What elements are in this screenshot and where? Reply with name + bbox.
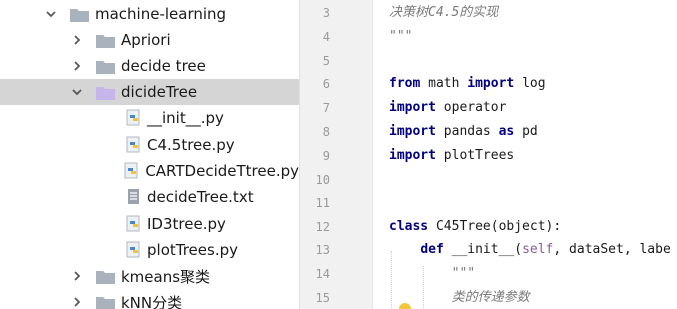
- code-docstring: 类的传递参数: [451, 290, 530, 305]
- tree-item-decidetree-txt[interactable]: decideTree.txt: [0, 184, 299, 210]
- tree-item-init-py[interactable]: __init__.py: [0, 105, 299, 131]
- folder-icon: [96, 85, 115, 100]
- code-keyword: class: [389, 219, 429, 234]
- tree-item-label: decideTree.txt: [147, 188, 254, 206]
- code-line[interactable]: class C45Tree(object):: [389, 216, 561, 238]
- code-keyword: import: [389, 148, 436, 163]
- code-docstring: """: [451, 266, 476, 281]
- code-token: C45Tree(object):: [428, 219, 562, 234]
- tree-item-plottrees-py[interactable]: plotTrees.py: [0, 237, 299, 263]
- tree-item-label: plotTrees.py: [147, 241, 238, 259]
- line-number: 15: [315, 291, 330, 305]
- tree-item-label: dicideTree: [121, 83, 198, 101]
- code-token: , dataSet, labe: [553, 242, 671, 257]
- code-line[interactable]: 决策树C4.5的实现: [389, 2, 498, 24]
- tree-item-decide-tree[interactable]: decide tree: [0, 53, 299, 79]
- tree-item-label: Apriori: [121, 31, 171, 49]
- tree-item-label: __init__.py: [147, 109, 224, 127]
- tree-item-label: ID3tree.py: [147, 215, 226, 233]
- python-file-icon: [126, 241, 142, 259]
- tree-item-label: C4.5tree.py: [147, 136, 235, 154]
- code-docstring: 决策树C4.5的实现: [389, 5, 499, 20]
- code-keyword: as: [498, 124, 515, 139]
- line-number: 6: [322, 77, 330, 91]
- code-editor[interactable]: 决策树C4.5的实现 """ from math import log import …: [373, 0, 677, 309]
- tree-item-kmeans[interactable]: kmeans聚类: [0, 263, 299, 289]
- code-line[interactable]: from math import log: [389, 73, 546, 95]
- code-line[interactable]: import operator: [389, 97, 506, 119]
- tree-item-id3tree-py[interactable]: ID3tree.py: [0, 211, 299, 237]
- code-token: log: [514, 76, 546, 91]
- tree-item-knn[interactable]: kNN分类: [0, 289, 299, 309]
- code-token: operator: [435, 100, 507, 115]
- tree-item-label: machine-learning: [95, 5, 227, 23]
- chevron-right-icon[interactable]: [70, 59, 84, 73]
- code-token: __init__(: [443, 242, 523, 257]
- code-token: pd: [514, 124, 538, 139]
- code-docstring: """: [389, 29, 413, 44]
- code-line[interactable]: import plotTrees: [389, 145, 514, 167]
- tree-item-label: decide tree: [121, 57, 206, 75]
- code-token: math: [420, 76, 468, 91]
- code-token: plotTrees: [435, 148, 515, 163]
- python-file-icon: [126, 136, 142, 154]
- folder-icon: [96, 59, 115, 74]
- code-keyword: def: [420, 242, 444, 257]
- line-number: 7: [322, 101, 330, 115]
- line-number: 5: [322, 54, 330, 68]
- chevron-down-icon[interactable]: [44, 7, 58, 21]
- text-file-icon: [126, 188, 142, 206]
- line-number: 10: [315, 173, 330, 187]
- line-number: 12: [315, 220, 330, 234]
- code-line[interactable]: """: [389, 26, 412, 48]
- code-line[interactable]: import pandas as pd: [389, 121, 538, 143]
- code-keyword: from: [389, 76, 421, 91]
- tree-item-machine-learning[interactable]: machine-learning: [0, 1, 299, 27]
- line-number: 14: [315, 267, 330, 281]
- folder-icon: [96, 269, 115, 284]
- code-token: self: [522, 242, 554, 257]
- python-file-icon: [124, 162, 140, 180]
- folder-icon: [96, 33, 115, 48]
- code-line[interactable]: """: [389, 263, 475, 285]
- code-keyword: import: [389, 100, 436, 115]
- tree-item-c45tree-py[interactable]: C4.5tree.py: [0, 132, 299, 158]
- line-number: 11: [315, 196, 330, 210]
- folder-icon: [70, 7, 89, 22]
- chevron-down-icon[interactable]: [70, 85, 84, 99]
- code-line[interactable]: def __init__(self, dataSet, labe: [389, 239, 671, 261]
- tree-item-label: kNN分类: [121, 293, 183, 309]
- tree-item-apriori[interactable]: Apriori: [0, 27, 299, 53]
- tree-item-label: CARTDecideTtree.py: [145, 162, 299, 180]
- line-number-gutter: 3 4 5 6 7 8 9 10 11 12 13 14 15: [300, 0, 384, 309]
- tree-item-label: kmeans聚类: [121, 267, 211, 286]
- line-number: 9: [322, 149, 330, 163]
- chevron-right-icon[interactable]: [70, 33, 84, 47]
- folder-icon: [96, 295, 115, 309]
- python-file-icon: [126, 215, 142, 233]
- line-number: 3: [322, 6, 330, 20]
- tree-item-dicidetree[interactable]: dicideTree: [0, 79, 299, 105]
- project-tree: machine-learning Apriori decide tree dic…: [0, 0, 299, 309]
- chevron-right-icon[interactable]: [70, 295, 84, 309]
- line-number: 4: [322, 30, 330, 44]
- python-file-icon: [126, 109, 142, 127]
- code-keyword: import: [389, 124, 436, 139]
- chevron-right-icon[interactable]: [70, 269, 84, 283]
- tree-item-cartdecidettree-py[interactable]: CARTDecideTtree.py: [0, 158, 299, 184]
- code-line[interactable]: 类的传递参数: [389, 287, 530, 309]
- line-number: 8: [322, 125, 330, 139]
- code-keyword: import: [467, 76, 515, 91]
- code-token: pandas: [435, 124, 499, 139]
- line-number: 13: [315, 243, 330, 257]
